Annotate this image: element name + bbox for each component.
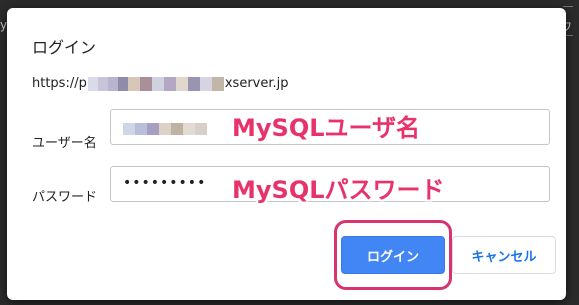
url-prefix: https://p — [32, 76, 87, 91]
site-url: https://p xserver.jp — [32, 76, 289, 91]
login-dialog: ログイン https://p xserver.jp ユーザー名 パスワード •••… — [7, 8, 566, 300]
username-redacted-mosaic — [123, 123, 207, 135]
username-annotation: MySQLユーザ名 — [232, 114, 421, 142]
cancel-button[interactable]: キャンセル — [452, 236, 556, 274]
password-label: パスワード — [32, 190, 98, 205]
password-value: ••••••••• — [123, 175, 207, 191]
password-annotation: MySQLパスワード — [232, 176, 445, 204]
url-redacted-mosaic — [87, 76, 224, 91]
username-label: ユーザー名 — [32, 136, 97, 151]
login-button[interactable]: ログイン — [341, 236, 445, 274]
url-suffix: xserver.jp — [224, 76, 289, 91]
dialog-title: ログイン — [32, 38, 97, 57]
